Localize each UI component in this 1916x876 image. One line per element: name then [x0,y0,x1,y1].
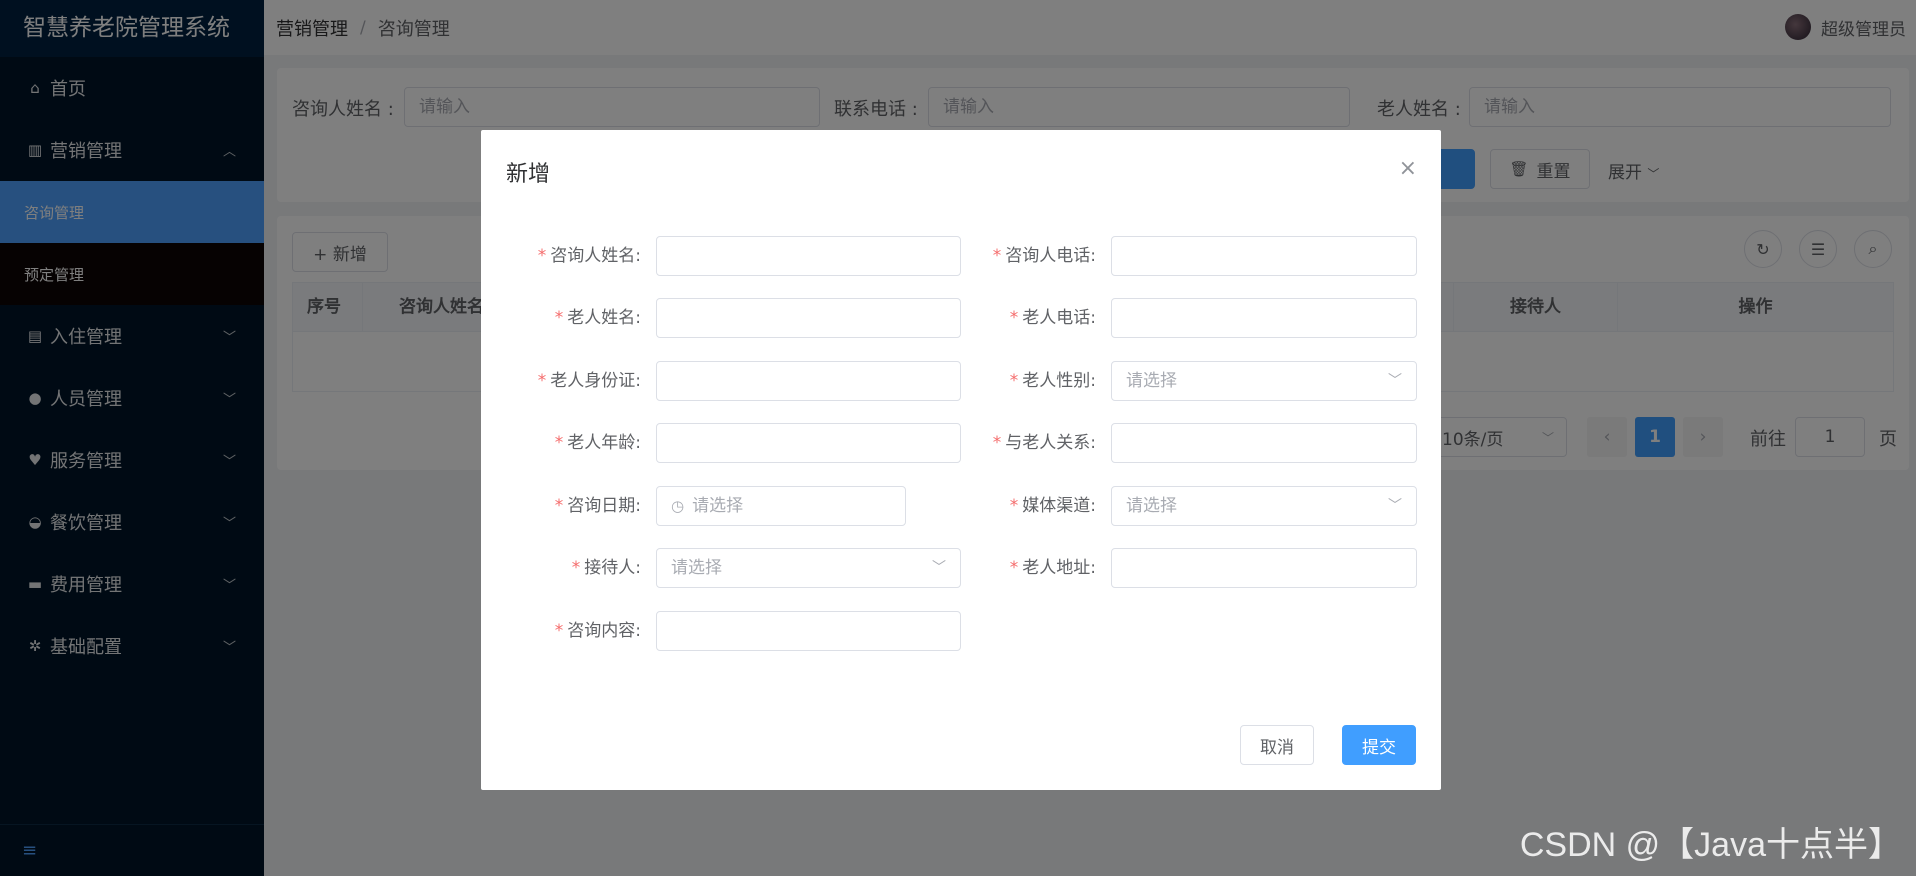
clock-icon: ◷ [671,497,685,515]
elder-gender-select[interactable]: 请选择 ﹀ [1111,361,1417,401]
form-label: * 与老人关系: [992,433,1096,453]
select-placeholder: 请选择 [1126,496,1177,516]
form-label: * 咨询日期: [554,496,641,516]
close-icon[interactable]: × [1399,158,1417,180]
dialog-title: 新增 [506,162,551,187]
form-label: * 老人姓名: [554,308,641,328]
form-label: * 接待人: [571,558,641,578]
receptionist-select[interactable]: 请选择 ﹀ [656,548,961,588]
select-placeholder: 请选择 [671,558,722,578]
consultant-phone-input[interactable] [1111,236,1417,276]
form-label: * 咨询人电话: [992,246,1096,266]
date-placeholder: 请选择 [692,496,744,516]
form-label: * 老人电话: [1009,308,1096,328]
form-label: * 咨询人姓名: [537,246,641,266]
form-label: * 咨询内容: [554,621,641,641]
elder-age-input[interactable] [656,423,961,463]
watermark: CSDN @【Java十点半】 [1519,826,1902,864]
elder-address-input[interactable] [1111,548,1417,588]
form-label: * 媒体渠道: [1009,496,1096,516]
elder-name-input[interactable] [656,298,961,338]
form-label: * 老人年龄: [554,433,641,453]
consult-date-picker[interactable]: ◷ 请选择 [656,486,906,526]
form-label: * 老人身份证: [537,371,641,391]
chevron-down-icon: ﹀ [1388,373,1402,389]
select-placeholder: 请选择 [1126,371,1177,391]
media-channel-select[interactable]: 请选择 ﹀ [1111,486,1417,526]
form-label: * 老人地址: [1009,558,1096,578]
cancel-button[interactable]: 取消 [1240,725,1314,765]
elder-phone-input[interactable] [1111,298,1417,338]
consultant-name-input[interactable] [656,236,961,276]
relation-input[interactable] [1111,423,1417,463]
submit-button[interactable]: 提交 [1342,725,1416,765]
elder-id-input[interactable] [656,361,961,401]
add-consult-dialog: 新增 × * 咨询人姓名: * 老人姓名: * 老人身份证: * 老人年龄: * 咨询日期… [481,130,1441,790]
form-label: * 老人性别: [1009,371,1096,391]
consult-content-input[interactable] [656,611,961,651]
chevron-down-icon: ﹀ [1388,498,1402,514]
